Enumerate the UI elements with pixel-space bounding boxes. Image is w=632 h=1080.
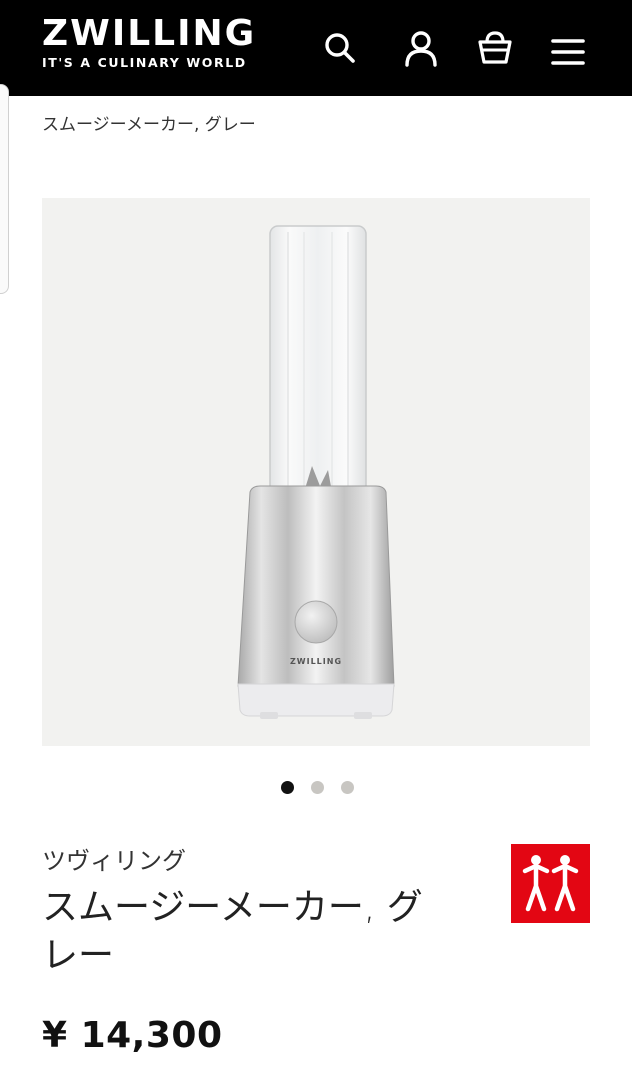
side-drawer-handle[interactable] — [0, 84, 9, 294]
product-brand[interactable]: ツヴィリング — [42, 846, 186, 876]
logo-wordmark: ZWILLING — [42, 13, 257, 54]
blender-branding: ZWILLING — [290, 657, 342, 666]
carousel-dot-3[interactable] — [340, 781, 354, 794]
account-icon[interactable] — [401, 28, 441, 68]
logo-tagline: IT'S A CULINARY WORLD — [42, 55, 247, 70]
product-price: ¥ 14,300 — [42, 1015, 223, 1056]
menu-icon[interactable] — [548, 32, 588, 72]
product-image[interactable]: ZWILLING — [42, 198, 590, 746]
breadcrumb[interactable]: スムージーメーカー, グレー — [42, 114, 256, 136]
carousel-dot-2[interactable] — [310, 781, 324, 794]
cart-icon[interactable] — [475, 28, 515, 68]
site-header: ZWILLING IT'S A CULINARY WORLD — [0, 0, 632, 96]
zwilling-twin-logo[interactable] — [511, 844, 590, 923]
product-title: スムージーメーカー, グレー — [42, 887, 423, 976]
search-icon[interactable] — [320, 28, 360, 68]
carousel-indicators — [0, 781, 632, 795]
zwilling-logo[interactable]: ZWILLING IT'S A CULINARY WORLD — [42, 14, 256, 71]
carousel-dot-1[interactable] — [280, 781, 294, 794]
